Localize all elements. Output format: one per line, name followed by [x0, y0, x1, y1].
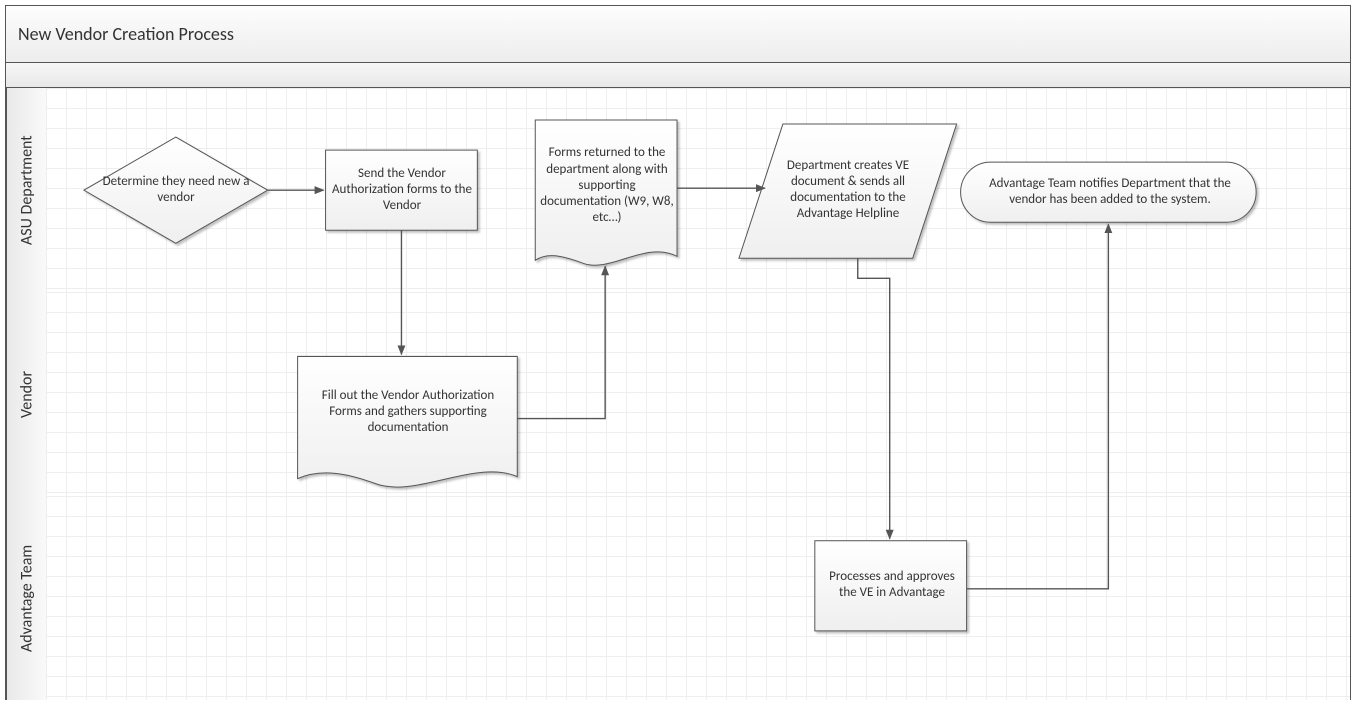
connector — [858, 258, 890, 538]
page: New Vendor Creation Process ASU Departme… — [0, 0, 1356, 705]
swimlanes: ASU Department Vendor Advantage Team — [6, 88, 1350, 701]
lane-label-advantage-team: Advantage Team — [6, 496, 47, 700]
shape-process — [815, 541, 967, 631]
shape-process — [326, 150, 478, 230]
diagram-frame: New Vendor Creation Process ASU Departme… — [5, 5, 1351, 700]
diagram-title: New Vendor Creation Process — [6, 6, 1350, 63]
lane-label-vendor: Vendor — [6, 292, 47, 496]
lane-label-asu-department: ASU Department — [6, 88, 47, 292]
lane-label-text: ASU Department — [18, 135, 37, 245]
diagram-subheader — [6, 63, 1350, 88]
shape-data — [739, 124, 957, 258]
shape-document — [298, 356, 518, 487]
node-text: Send the Vendor Authorization forms to t… — [326, 150, 478, 230]
node-text: Determine they need new a vendor — [94, 158, 258, 222]
diagram-title-text: New Vendor Creation Process — [18, 23, 234, 45]
shape-document — [535, 120, 677, 265]
shapes-svg — [46, 88, 1350, 701]
node-text: Fill out the Vendor Authorization Forms … — [302, 362, 514, 462]
shape-decision — [84, 137, 268, 243]
lane-label-text: Vendor — [18, 370, 37, 417]
connector — [967, 224, 1109, 589]
lane-label-text: Advantage Team — [18, 544, 37, 651]
connector — [517, 266, 605, 418]
shape-terminator — [961, 162, 1257, 222]
node-text: Department creates VE document & sends a… — [758, 128, 938, 252]
node-text: Processes and approves the VE in Advanta… — [816, 540, 968, 630]
node-text: Forms returned to the department along w… — [536, 124, 678, 248]
diagram-canvas: Determine they need new a vendor Send th… — [46, 88, 1350, 701]
node-text: Advantage Team notifies Department that … — [966, 164, 1254, 220]
